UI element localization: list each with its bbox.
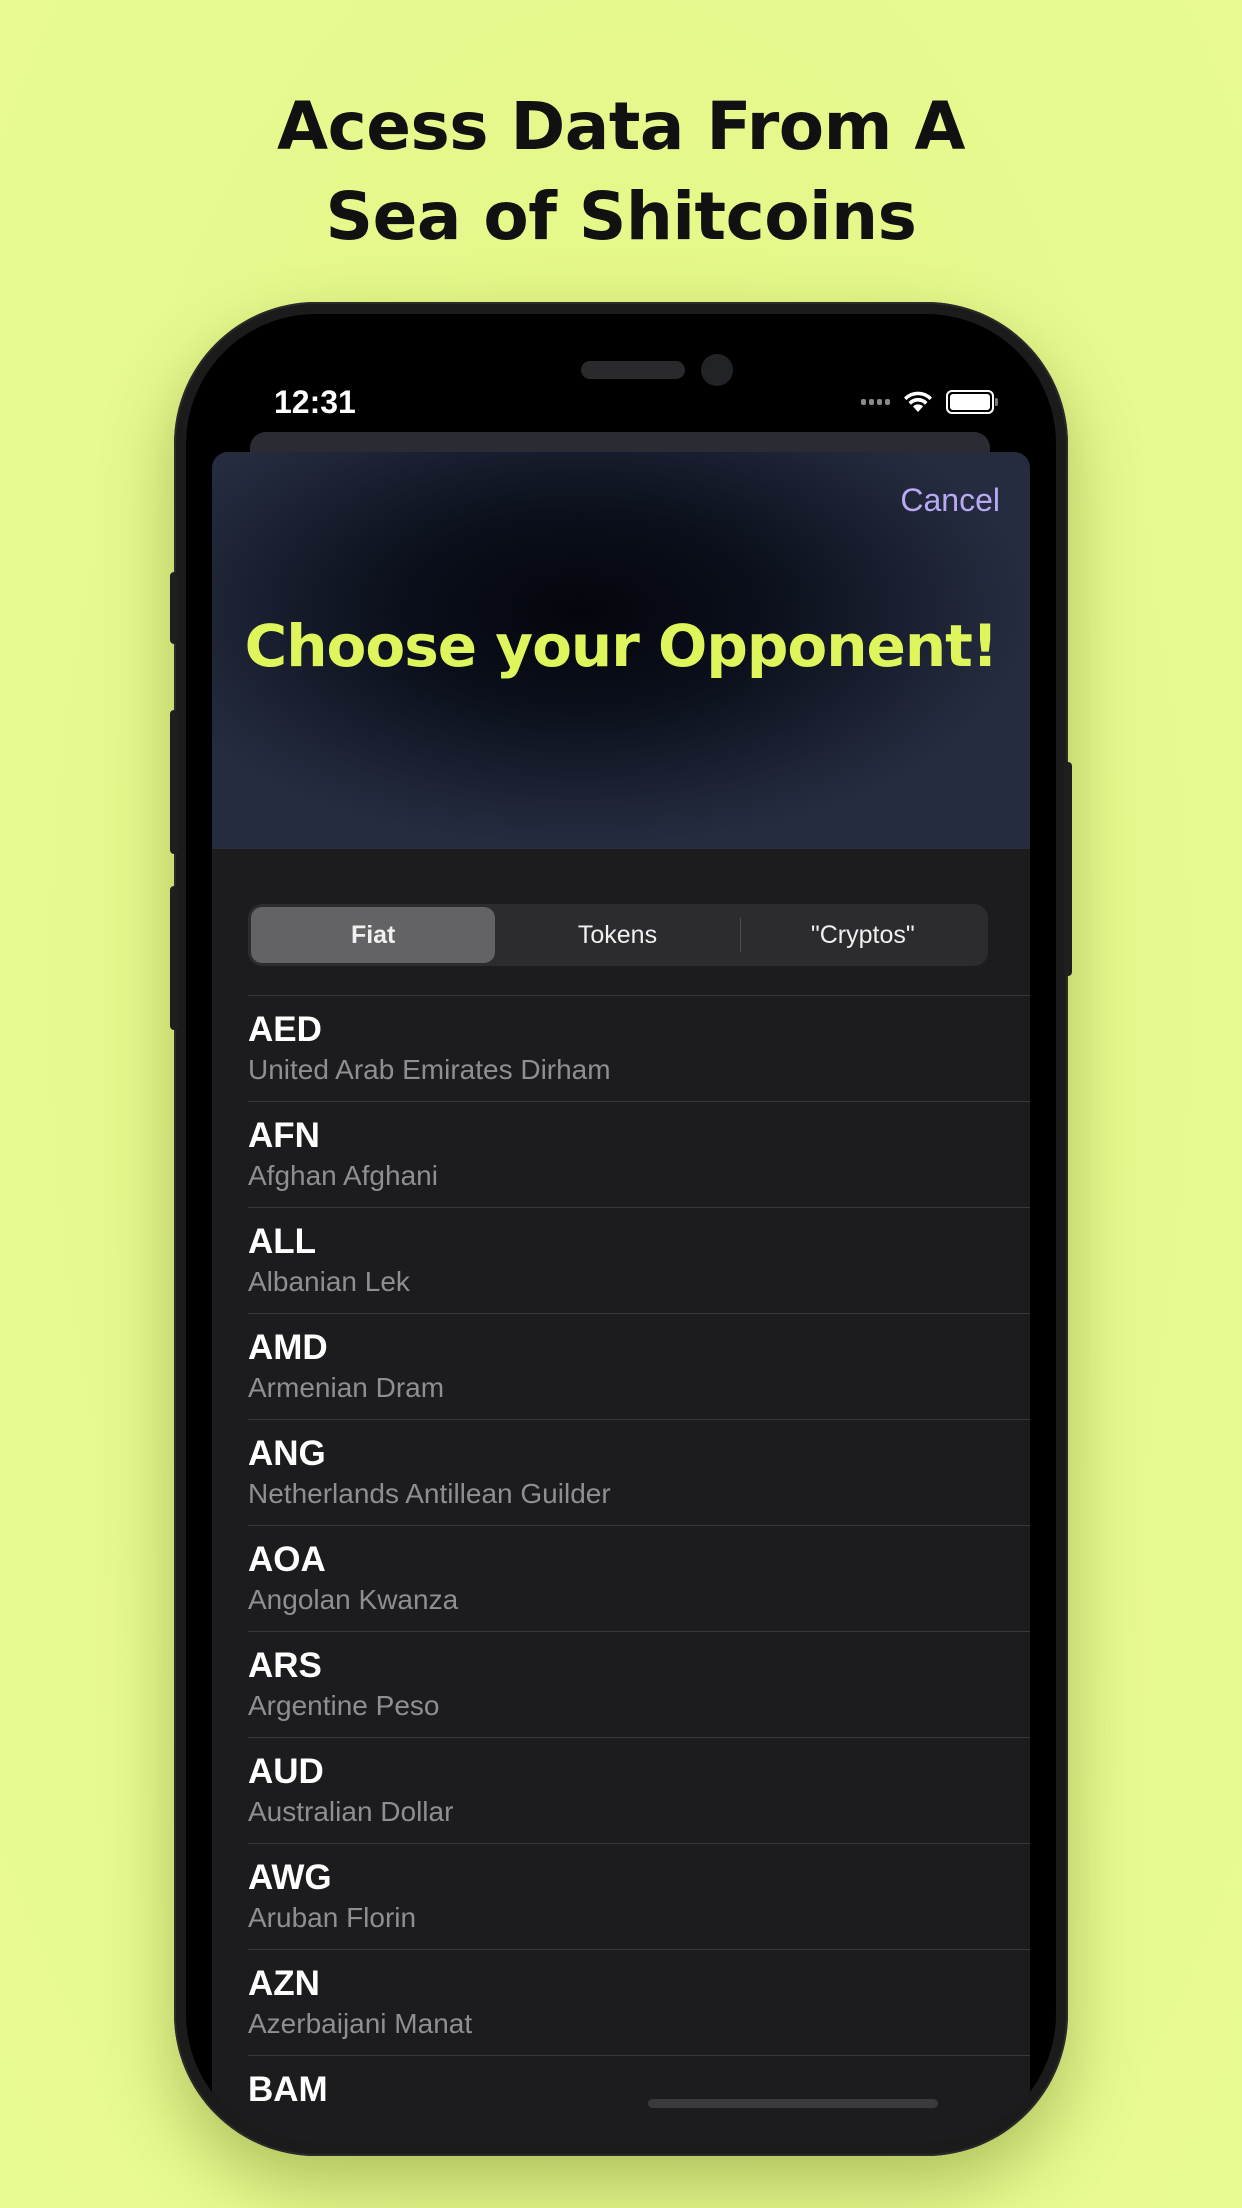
phone-frame: 12:31 Cancel Choose your Opponent! Fiat …	[170, 302, 1072, 2156]
list-item[interactable]: ARS Argentine Peso	[248, 1631, 1030, 1737]
list-item[interactable]: AMD Armenian Dram	[248, 1313, 1030, 1419]
list-item[interactable]: AZN Azerbaijani Manat	[248, 1949, 1030, 2055]
headline-line-2: Sea of Shitcoins	[325, 178, 917, 255]
currency-name: Armenian Dram	[248, 1372, 445, 1403]
currency-name: Netherlands Antillean Guilder	[248, 1478, 611, 1509]
phone-screen: 12:31 Cancel Choose your Opponent! Fiat …	[186, 314, 1056, 2144]
currency-code: ARS	[248, 1646, 322, 1685]
power-button	[1064, 762, 1072, 976]
currency-code: AMD	[248, 1328, 328, 1367]
earpiece-speaker	[581, 361, 685, 379]
opponent-picker-sheet: Cancel Choose your Opponent! Fiat Tokens…	[212, 452, 1030, 2144]
list-item[interactable]: AFN Afghan Afghani	[248, 1101, 1030, 1207]
segment-cryptos[interactable]: "Cryptos"	[741, 907, 985, 963]
volume-down-button	[170, 886, 178, 1030]
status-icons	[861, 390, 998, 414]
page-title: Choose your Opponent!	[244, 612, 999, 680]
currency-name: Afghan Afghani	[248, 1160, 438, 1191]
currency-name: Azerbaijani Manat	[248, 2008, 473, 2039]
cellular-signal-icon	[861, 399, 890, 405]
currency-code: AOA	[248, 1540, 326, 1579]
currency-code: AWG	[248, 1858, 332, 1897]
segment-tokens[interactable]: Tokens	[495, 907, 739, 963]
status-time: 12:31	[274, 384, 356, 420]
currency-name: Albanian Lek	[248, 1266, 410, 1297]
currency-name: Aruban Florin	[248, 1902, 417, 1933]
currency-type-segmented-control: Fiat Tokens "Cryptos"	[248, 904, 988, 966]
currency-code: AUD	[248, 1752, 324, 1791]
headline: Acess Data From A Sea of Shitcoins	[0, 82, 1242, 262]
list-item[interactable]: AOA Angolan Kwanza	[248, 1525, 1030, 1631]
currency-name: United Arab Emirates Dirham	[248, 1054, 611, 1085]
mute-switch	[170, 572, 178, 644]
home-indicator[interactable]	[648, 2099, 938, 2108]
header-banner: Cancel Choose your Opponent!	[212, 452, 1030, 849]
list-item[interactable]: AED United Arab Emirates Dirham	[248, 995, 1030, 1101]
currency-code: ANG	[248, 1434, 326, 1473]
currency-name: Angolan Kwanza	[248, 1584, 459, 1615]
currency-name: Australian Dollar	[248, 1796, 454, 1827]
currency-code: AED	[248, 1010, 322, 1049]
list-item[interactable]: ANG Netherlands Antillean Guilder	[248, 1419, 1030, 1525]
currency-name: Argentine Peso	[248, 1690, 440, 1721]
currency-list: AED United Arab Emirates Dirham AFN Afgh…	[248, 995, 1030, 2144]
currency-code: AZN	[248, 1964, 320, 2003]
volume-up-button	[170, 710, 178, 854]
front-camera	[701, 354, 733, 386]
list-item[interactable]: AUD Australian Dollar	[248, 1737, 1030, 1843]
currency-code: ALL	[248, 1222, 317, 1261]
wifi-icon	[904, 391, 932, 412]
segment-fiat[interactable]: Fiat	[251, 907, 496, 963]
list-item[interactable]: AWG Aruban Florin	[248, 1843, 1030, 1949]
cancel-button[interactable]: Cancel	[900, 482, 1000, 519]
currency-code: BAM	[248, 2070, 328, 2109]
headline-line-1: Acess Data From A	[277, 88, 965, 165]
currency-code: AFN	[248, 1116, 320, 1155]
battery-icon	[946, 390, 998, 414]
list-item[interactable]: ALL Albanian Lek	[248, 1207, 1030, 1313]
